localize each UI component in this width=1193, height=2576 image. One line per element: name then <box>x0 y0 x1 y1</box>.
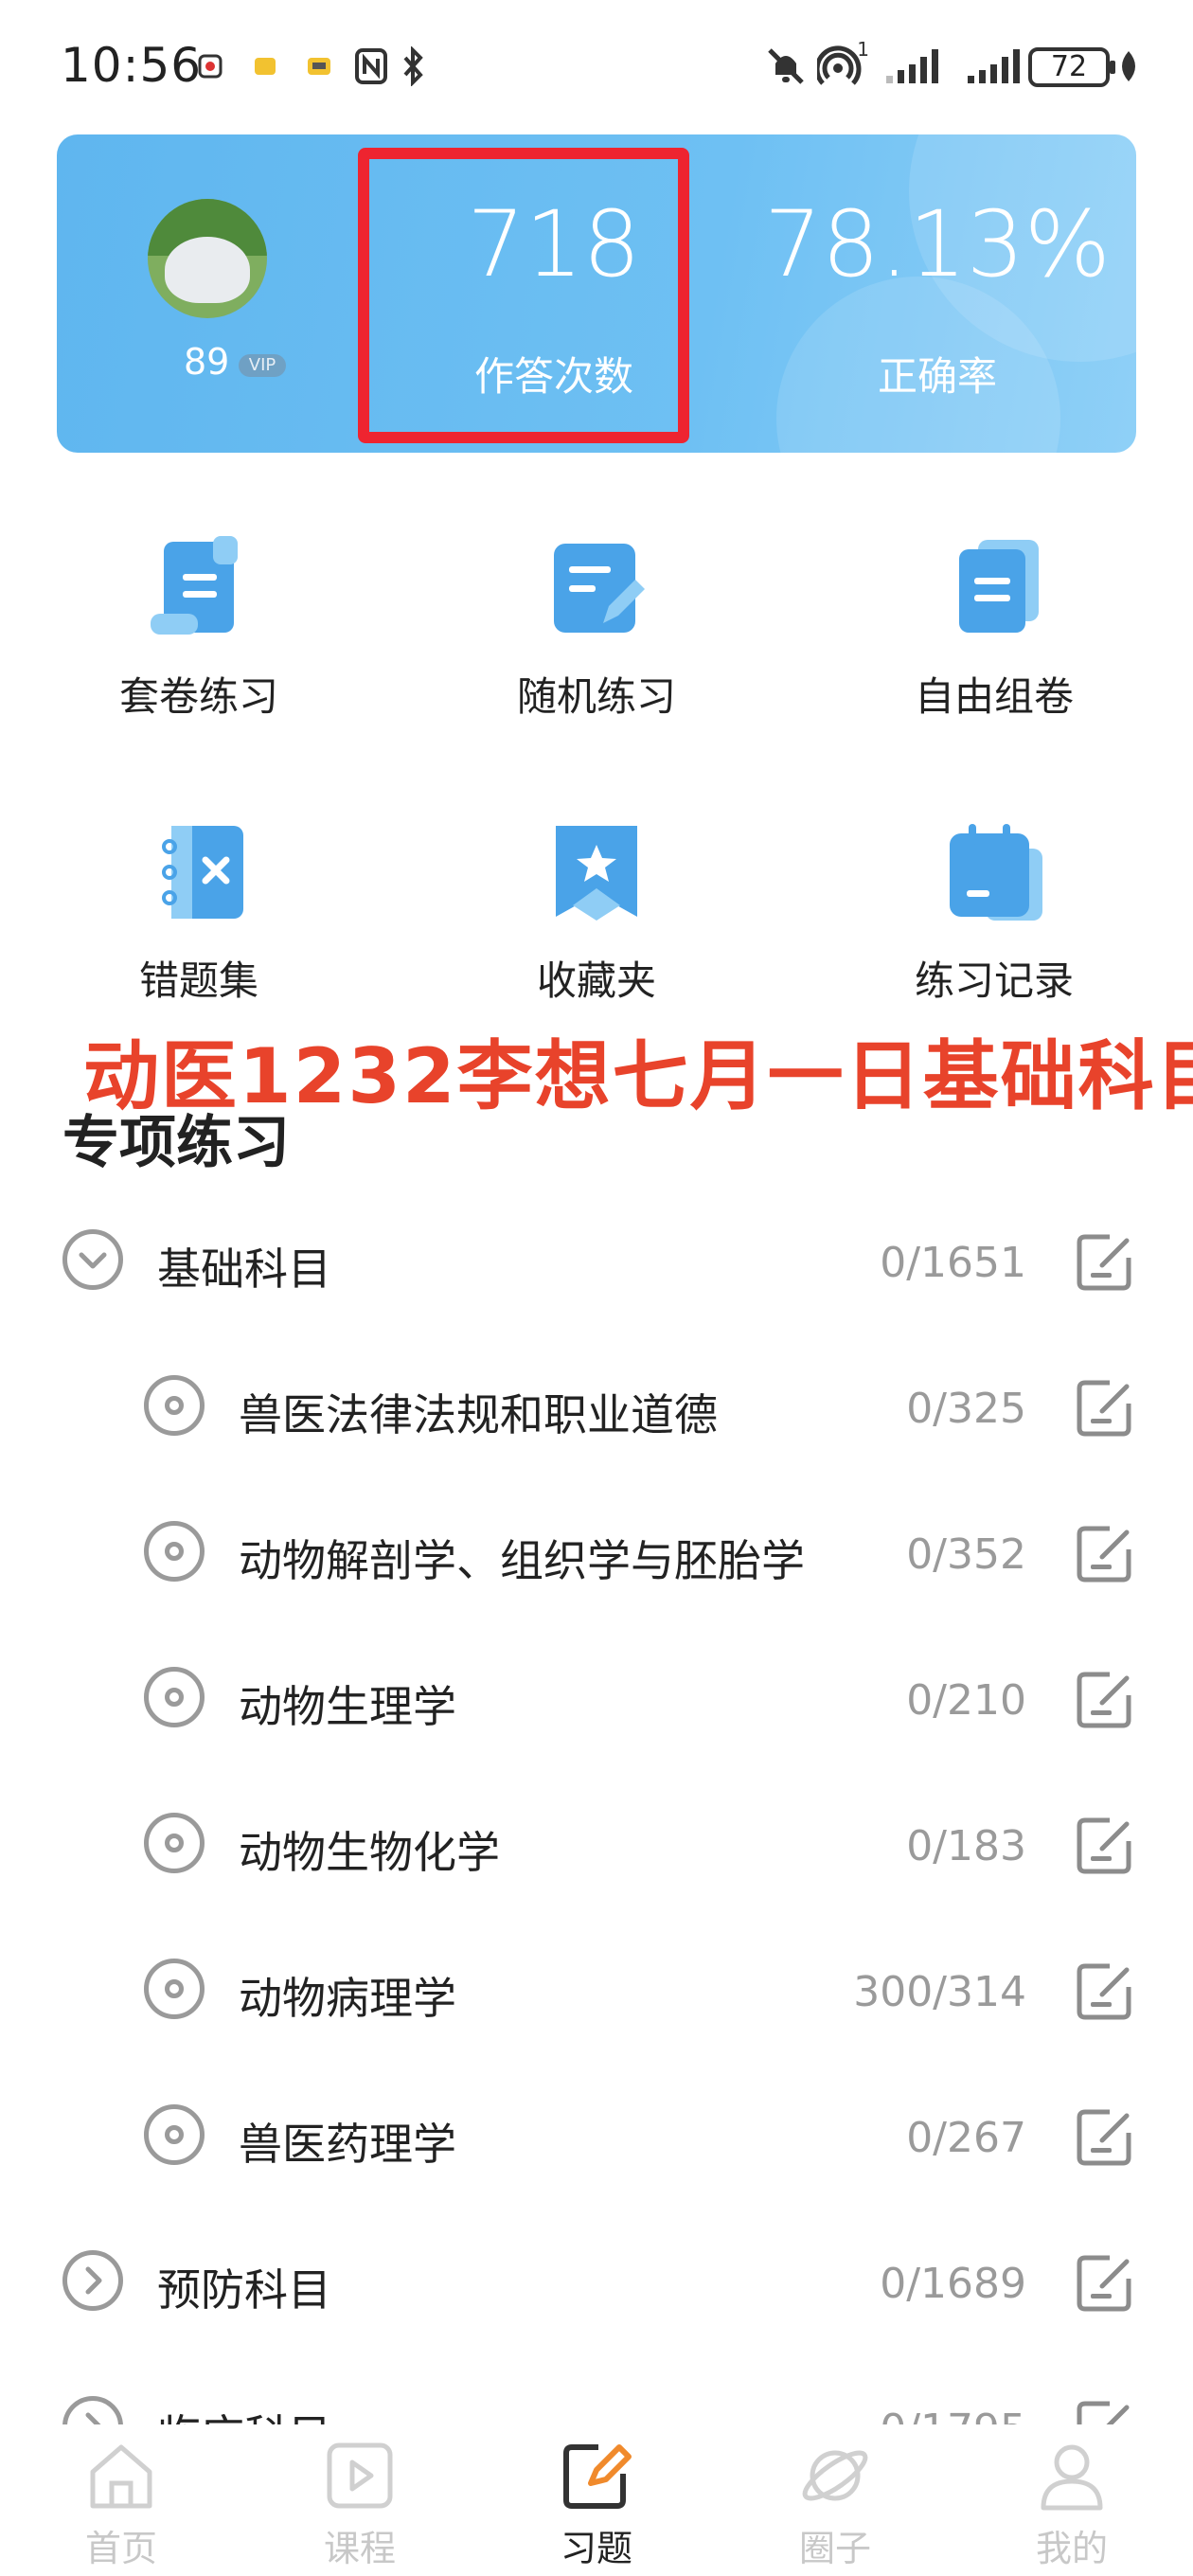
bluetooth-icon <box>400 45 428 87</box>
free-compose-icon <box>942 536 1046 640</box>
battery-indicator: 72 <box>1028 47 1115 87</box>
menu-wrong-book[interactable]: 错题集 <box>57 820 341 1007</box>
subject-name: 动物解剖学、组织学与胚胎学 <box>239 1535 805 1586</box>
category-row-prevention[interactable]: 预防科目 0/1689 <box>0 2229 1193 2334</box>
planet-icon <box>797 2438 873 2513</box>
edit-icon[interactable] <box>1074 2104 1136 2167</box>
accuracy-label: 正确率 <box>877 353 997 400</box>
menu-label: 自由组卷 <box>914 673 1074 720</box>
subject-name: 动物生理学 <box>239 1681 456 1732</box>
user-level: 89 <box>184 341 230 383</box>
subject-row[interactable]: 动物解剖学、组织学与胚胎学 0/352 <box>0 1500 1193 1604</box>
tab-label: 我的 <box>1035 2528 1108 2569</box>
tab-circle[interactable]: 圈子 <box>740 2438 930 2571</box>
subject-row[interactable]: 动物生理学 0/210 <box>0 1646 1193 1750</box>
subject-count: 0/352 <box>906 1530 1026 1579</box>
paper-set-icon <box>147 536 251 640</box>
radio-icon <box>144 1667 205 1727</box>
signal-2-icon <box>962 45 1023 87</box>
leaf-icon <box>1115 45 1142 87</box>
record-icon <box>942 820 1046 924</box>
tab-label: 课程 <box>323 2528 396 2569</box>
menu-label: 套卷练习 <box>118 673 278 720</box>
wrong-book-icon <box>147 820 251 924</box>
category-row-basic[interactable]: 基础科目 0/1651 <box>0 1208 1193 1313</box>
chevron-right-icon[interactable] <box>62 2250 123 2311</box>
radio-icon <box>144 1521 205 1582</box>
subject-name: 兽医法律法规和职业道德 <box>239 1389 718 1440</box>
avatar[interactable] <box>148 199 267 318</box>
edit-icon[interactable] <box>1074 1229 1136 1292</box>
subject-name: 动物病理学 <box>239 1973 456 2024</box>
signal-1-icon <box>881 45 951 87</box>
home-icon <box>83 2438 159 2513</box>
edit-icon[interactable] <box>1074 1813 1136 1875</box>
edit-icon[interactable] <box>1074 1667 1136 1729</box>
menu-label: 收藏夹 <box>536 957 656 1004</box>
profile-icon <box>1034 2438 1110 2513</box>
menu-random-practice[interactable]: 随机练习 <box>454 536 739 723</box>
page: 10:56 1 72 89 VIP 718 作答次数 78.13% 正确率 套卷… <box>0 0 1193 2576</box>
accuracy-value: 78.13% <box>763 191 1112 297</box>
subject-count: 300/314 <box>853 1968 1026 2016</box>
subject-row[interactable]: 兽医药理学 0/267 <box>0 2084 1193 2188</box>
edit-icon[interactable] <box>1074 2250 1136 2313</box>
tab-label: 首页 <box>84 2528 157 2569</box>
tab-label: 圈子 <box>798 2528 871 2569</box>
tab-home[interactable]: 首页 <box>27 2438 216 2571</box>
subject-row[interactable]: 兽医法律法规和职业道德 0/325 <box>0 1354 1193 1458</box>
menu-label: 练习记录 <box>914 957 1074 1004</box>
subject-row[interactable]: 动物病理学 300/314 <box>0 1938 1193 2042</box>
mute-icon <box>765 45 807 87</box>
radio-icon <box>144 1375 205 1436</box>
subject-name: 动物生物化学 <box>239 1827 500 1878</box>
tab-label: 习题 <box>560 2528 632 2569</box>
app-notification-icon <box>252 45 278 87</box>
category-count: 0/1651 <box>880 1239 1026 1287</box>
course-icon <box>322 2438 398 2513</box>
vip-badge: VIP <box>239 354 286 377</box>
random-practice-icon <box>544 536 649 640</box>
subject-row[interactable]: 动物生物化学 0/183 <box>0 1792 1193 1896</box>
bookmark-icon <box>544 820 649 924</box>
status-time: 10:56 <box>61 38 203 93</box>
status-bar: 10:56 1 72 <box>0 0 1193 133</box>
annotation-highlight-box <box>358 148 689 443</box>
category-name: 基础科目 <box>157 1243 331 1295</box>
menu-free-compose[interactable]: 自由组卷 <box>852 536 1136 723</box>
menu-practice-records[interactable]: 练习记录 <box>852 820 1136 1007</box>
menu-bookmarks[interactable]: 收藏夹 <box>454 820 739 1007</box>
nfc-icon <box>352 45 390 87</box>
menu-paper-set[interactable]: 套卷练习 <box>57 536 341 723</box>
radio-icon <box>144 1813 205 1873</box>
menu-label: 错题集 <box>138 957 258 1004</box>
edit-icon[interactable] <box>1074 1521 1136 1583</box>
category-count: 0/1689 <box>880 2260 1026 2308</box>
radio-icon <box>144 1959 205 2019</box>
subject-count: 0/210 <box>906 1676 1026 1725</box>
subject-count: 0/325 <box>906 1385 1026 1433</box>
tab-profile[interactable]: 我的 <box>977 2438 1166 2571</box>
menu-label: 随机练习 <box>516 673 676 720</box>
tab-course[interactable]: 课程 <box>265 2438 454 2571</box>
tab-exercises[interactable]: 习题 <box>502 2438 691 2571</box>
bottom-tab-bar: 首页 课程 习题 圈子 我的 <box>0 2424 1193 2576</box>
chevron-down-icon[interactable] <box>62 1229 123 1290</box>
section-title: 专项练习 <box>62 1110 290 1176</box>
exercise-icon <box>559 2438 634 2513</box>
hotspot-icon: 1 <box>816 38 871 87</box>
app-notification-icon <box>305 45 333 87</box>
radio-icon <box>144 2104 205 2165</box>
subject-name: 兽医药理学 <box>239 2119 456 2170</box>
category-name: 预防科目 <box>157 2264 331 2316</box>
edit-icon[interactable] <box>1074 1375 1136 1438</box>
subject-count: 0/267 <box>906 2114 1026 2162</box>
app-notification-icon <box>197 45 223 87</box>
edit-icon[interactable] <box>1074 1959 1136 2021</box>
subject-count: 0/183 <box>906 1822 1026 1870</box>
hotspot-badge: 1 <box>857 38 869 61</box>
